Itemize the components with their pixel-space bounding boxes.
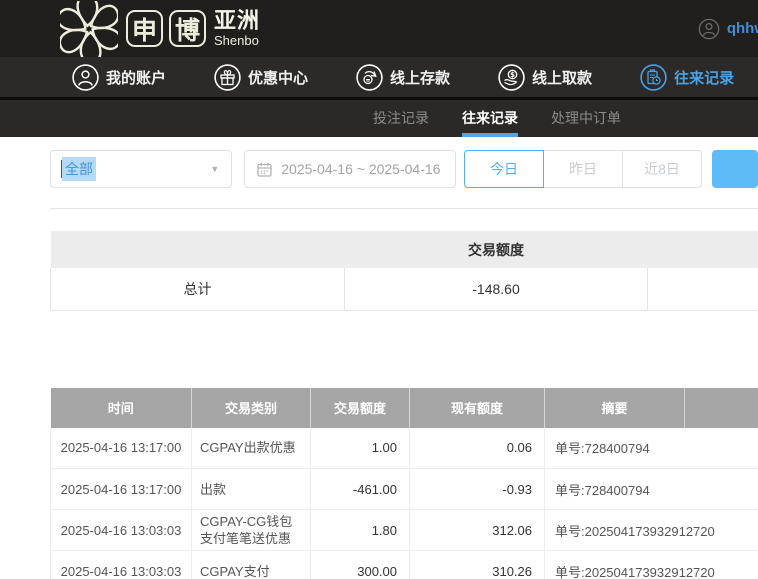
table-cell: 2025-04-16 13:03:03 (50, 550, 192, 579)
summary-table: 交易额度 总计 -148.60 (50, 231, 758, 311)
nav-label: 线上存款 (390, 69, 451, 87)
table-cell: 单号:728400794 (544, 427, 758, 469)
table-cell: 单号:202504173932912720 (544, 550, 758, 579)
nav-item-promotions[interactable]: 优惠中心 (214, 63, 309, 91)
table-cell: 0.06 (409, 427, 545, 469)
filter-row: 全部 ▼ 2025-04-16 ~ 2025-04-16 今日 昨日 近8日 (50, 150, 758, 188)
column-header-amount: 交易额度 (310, 387, 410, 428)
table-cell: CGPAY出款优惠 (191, 427, 311, 469)
summary-header-empty (647, 231, 758, 268)
nav-item-deposit[interactable]: 线上存款 (356, 63, 451, 91)
main-content: 全部 ▼ 2025-04-16 ~ 2025-04-16 今日 昨日 近8日 交… (0, 150, 758, 579)
username-text: qhhw (726, 20, 758, 37)
table-row: 2025-04-16 13:03:03 CGPAY-CG钱包支付笔笔送优惠 1.80… (50, 509, 758, 551)
section-divider (50, 208, 758, 209)
table-cell: 单号:202504173932912720 (544, 509, 758, 551)
gift-icon (214, 63, 241, 91)
user-account-area[interactable]: qhhw (698, 0, 758, 57)
table-cell: 2025-04-16 13:17:00 (50, 468, 192, 510)
table-row: 2025-04-16 13:17:00 出款 -461.00 -0.93 单号:7284… (50, 468, 758, 510)
summary-empty-cell (647, 268, 758, 311)
date-range-picker[interactable]: 2025-04-16 ~ 2025-04-16 (244, 150, 456, 188)
logo-char-shen: 申 (126, 10, 163, 47)
flower-logo-icon (60, 0, 118, 57)
main-nav: 我的账户 优惠中心 线上存款 $ 线上取款 往来记录 (0, 57, 758, 100)
nav-label: 往来记录 (674, 69, 735, 87)
chevron-down-icon: ▼ (210, 164, 220, 174)
table-row: 2025-04-16 13:03:03 CGPAY支付 300.00 310.26 单号… (50, 550, 758, 579)
nav-item-withdraw[interactable]: $ 线上取款 (498, 63, 593, 91)
deposit-icon (356, 63, 383, 91)
column-header-time: 时间 (50, 387, 192, 428)
brand-logo[interactable]: 申 博 亚洲 Shenbo (60, 0, 261, 57)
tab-transaction-records[interactable]: 往来记录 (462, 100, 518, 137)
nav-item-transaction-records[interactable]: 往来记录 (640, 63, 735, 91)
date-range-value: 2025-04-16 ~ 2025-04-16 (281, 161, 441, 177)
summary-total-label: 总计 (50, 268, 345, 311)
table-cell: -461.00 (310, 468, 410, 510)
table-cell: 单号:728400794 (544, 468, 758, 510)
summary-header-empty (50, 231, 345, 268)
summary-header-row: 交易额度 (50, 231, 758, 268)
table-row: 2025-04-16 13:17:00 CGPAY出款优惠 1.00 0.06 单号:7… (50, 427, 758, 469)
column-header-extra (684, 387, 758, 428)
nav-label: 优惠中心 (248, 69, 309, 87)
yesterday-button[interactable]: 昨日 (543, 150, 623, 188)
logo-latin-text: Shenbo (214, 33, 259, 48)
transactions-table: 时间 交易类别 交易额度 现有额度 摘要 2025-04-16 13:17:00… (50, 387, 758, 579)
tab-betting-records[interactable]: 投注记录 (373, 100, 429, 137)
summary-total-row: 总计 -148.60 (50, 268, 758, 311)
user-avatar-icon (698, 18, 720, 39)
table-cell: CGPAY支付 (191, 550, 311, 579)
transaction-type-select[interactable]: 全部 ▼ (50, 150, 233, 188)
account-icon (72, 63, 99, 91)
sub-nav: 投注记录 往来记录 处理中订单 (0, 100, 758, 137)
logo-char-bo: 博 (169, 10, 206, 47)
selected-type-value: 全部 (62, 157, 96, 181)
table-cell: 312.06 (409, 509, 545, 551)
calendar-icon (257, 162, 272, 177)
table-cell: 1.00 (310, 427, 410, 469)
summary-header-amount: 交易额度 (344, 231, 648, 268)
table-cell: 300.00 (310, 550, 410, 579)
table-cell: -0.93 (409, 468, 545, 510)
column-header-balance: 现有额度 (409, 387, 545, 428)
table-cell: CGPAY-CG钱包支付笔笔送优惠 (191, 509, 311, 551)
nav-item-my-account[interactable]: 我的账户 (72, 63, 167, 91)
column-header-summary: 摘要 (544, 387, 685, 428)
table-cell: 2025-04-16 13:03:03 (50, 509, 192, 551)
transactions-header-row: 时间 交易类别 交易额度 现有额度 摘要 (50, 387, 758, 428)
records-icon (640, 63, 667, 91)
table-cell: 出款 (191, 468, 311, 510)
withdraw-icon: $ (498, 63, 525, 91)
table-cell: 2025-04-16 13:17:00 (50, 427, 192, 469)
nav-label: 我的账户 (106, 69, 167, 87)
logo-region-text: 亚洲 (214, 8, 261, 33)
svg-text:$: $ (510, 71, 515, 79)
tab-pending-orders[interactable]: 处理中订单 (551, 100, 621, 137)
last-8-days-button[interactable]: 近8日 (622, 150, 702, 188)
today-button[interactable]: 今日 (464, 150, 544, 188)
transactions-tbody: 2025-04-16 13:17:00 CGPAY出款优惠 1.00 0.06 单号:7… (50, 427, 758, 579)
nav-label: 线上取款 (532, 69, 593, 87)
column-header-type: 交易类别 (191, 387, 311, 428)
summary-total-value: -148.60 (344, 268, 648, 311)
table-cell: 310.26 (409, 550, 545, 579)
quick-date-button-group: 今日 昨日 近8日 (464, 150, 702, 188)
table-cell: 1.80 (310, 509, 410, 551)
top-header: 申 博 亚洲 Shenbo qhhw (0, 0, 758, 57)
search-button[interactable] (712, 150, 758, 188)
